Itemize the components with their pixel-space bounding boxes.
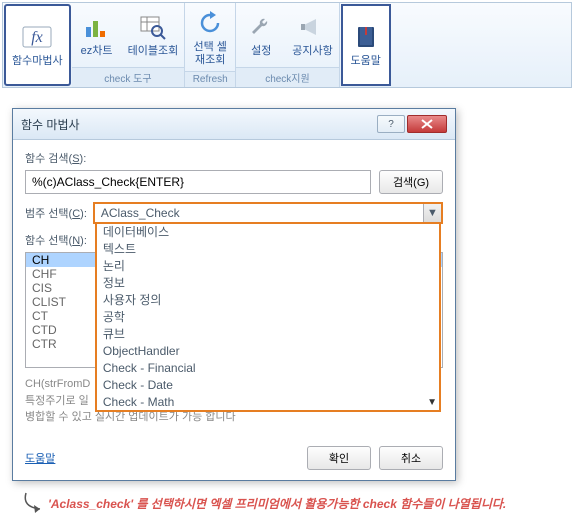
dropdown-item[interactable]: 사용자 정의 (97, 292, 439, 309)
bar-chart-icon (81, 11, 113, 43)
dropdown-item[interactable]: 공학 (97, 309, 439, 326)
ribbon-label: 공지사항 (292, 45, 332, 58)
dialog-title: 함수 마법사 (21, 116, 80, 133)
dropdown-item[interactable]: 논리 (97, 258, 439, 275)
help-button[interactable]: 도움말 (341, 4, 391, 86)
refresh-icon (194, 7, 226, 39)
book-icon (350, 21, 382, 53)
dropdown-item[interactable]: Check - Math (97, 394, 439, 410)
function-wizard-button[interactable]: fx 함수마법사 (4, 4, 71, 86)
function-wizard-dialog: 함수 마법사 ? 함수 검색(S): 검색(G) 범주 선택(C): AClas… (12, 108, 456, 481)
close-icon (421, 119, 433, 129)
dialog-titlebar: 함수 마법사 ? (13, 109, 455, 140)
dialog-help-button[interactable]: ? (377, 115, 405, 133)
notice-button[interactable]: 공지사항 (286, 3, 338, 67)
cancel-button[interactable]: 취소 (379, 446, 443, 470)
ribbon-label: 함수마법사 (12, 55, 63, 68)
magnifier-table-icon (137, 11, 169, 43)
dropdown-item[interactable]: 큐브 (97, 326, 439, 343)
category-combobox[interactable]: AClass_Check ▼ 데이터베이스 텍스트 논리 정보 사용자 정의 공… (93, 202, 443, 224)
help-link[interactable]: 도움말 (25, 450, 55, 466)
ribbon-group-label: check지원 (236, 67, 338, 87)
category-selected-value: AClass_Check (95, 206, 423, 220)
dropdown-item[interactable]: ObjectHandler (97, 343, 439, 360)
wrench-icon (245, 11, 277, 43)
ezchart-button[interactable]: ez차트 (72, 3, 122, 67)
ribbon-label: ez차트 (81, 45, 113, 58)
dropdown-item[interactable]: Check - Financial (97, 360, 439, 377)
ribbon-label: 테이블조회 (128, 45, 179, 58)
ribbon-toolbar: fx 함수마법사 ez차트 테이블조회 check 도구 (2, 2, 572, 88)
ok-button[interactable]: 확인 (307, 446, 371, 470)
search-button[interactable]: 검색(G) (379, 170, 443, 194)
ribbon-group-label: Refresh (185, 71, 235, 87)
ribbon-group-refresh: 선택 셀 재조회 Refresh (185, 3, 236, 87)
dropdown-item[interactable]: Check - Date (97, 377, 439, 394)
ribbon-label: 설정 (251, 45, 271, 58)
scroll-down-icon[interactable]: ▼ (427, 397, 437, 408)
ribbon-label: 선택 셀 재조회 (194, 41, 227, 67)
ribbon-group-tools: ez차트 테이블조회 check 도구 (72, 3, 186, 87)
category-dropdown: 데이터베이스 텍스트 논리 정보 사용자 정의 공학 큐브 ObjectHand… (95, 224, 441, 412)
settings-button[interactable]: 설정 (236, 3, 286, 67)
chevron-down-icon: ▼ (423, 204, 441, 222)
megaphone-icon (296, 11, 328, 43)
category-label: 범주 선택(C): (25, 205, 87, 221)
ribbon-label: 도움말 (351, 55, 381, 68)
ribbon-group-support: 설정 공지사항 check지원 (236, 3, 339, 87)
ribbon-group-label: check 도구 (72, 67, 185, 87)
dropdown-item[interactable]: 텍스트 (97, 241, 439, 258)
dialog-close-button[interactable] (407, 115, 447, 133)
dropdown-item[interactable]: 정보 (97, 275, 439, 292)
svg-text:fx: fx (32, 29, 44, 46)
refresh-cell-button[interactable]: 선택 셀 재조회 (185, 3, 235, 71)
dropdown-item[interactable]: 데이터베이스 (97, 224, 439, 241)
search-label: 함수 검색(S): (25, 150, 443, 166)
search-input[interactable] (25, 170, 371, 194)
table-lookup-button[interactable]: 테이블조회 (122, 3, 185, 67)
fx-icon: fx (21, 21, 53, 53)
